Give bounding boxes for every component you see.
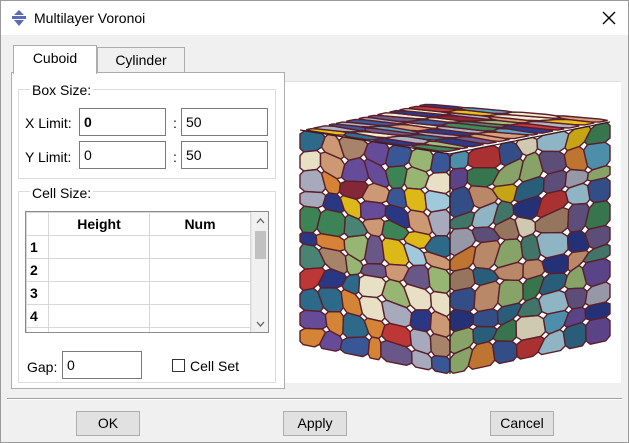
x-limit-separator: : [173, 115, 177, 131]
y-limit-min-input[interactable] [79, 141, 166, 169]
cuboid-panel: Box Size: X Limit: : Y Limit: : Cell Siz… [11, 72, 285, 389]
voronoi-cell [536, 130, 570, 153]
voronoi-cell [299, 309, 328, 330]
cell-size-table: Height Num 1 2 3 4 [25, 211, 269, 333]
voronoi-preview [284, 81, 621, 383]
voronoi-cell [584, 200, 611, 231]
box-size-label: Box Size: [30, 82, 94, 98]
chevron-up-icon [256, 217, 265, 223]
voronoi-cell [299, 190, 327, 209]
height-cell[interactable] [48, 304, 150, 328]
close-button[interactable] [594, 3, 624, 33]
voronoi-cell [367, 336, 382, 361]
voronoi-cell [585, 316, 611, 345]
voronoi-cell [384, 144, 413, 168]
voronoi-cell [407, 209, 434, 236]
table-corner [26, 212, 49, 236]
gap-label: Gap: [27, 359, 58, 375]
x-limit-min-input[interactable] [79, 108, 166, 136]
voronoi-cell [316, 208, 346, 238]
table-row: 2 [26, 258, 251, 282]
cell-set-label: Cell Set [190, 358, 240, 374]
voronoi-cell [403, 187, 428, 213]
voronoi-cell [449, 286, 476, 313]
tab-cuboid[interactable]: Cuboid [13, 45, 97, 74]
row-header: 1 [26, 235, 49, 259]
row-header: 4 [26, 304, 49, 328]
num-cell[interactable] [149, 281, 251, 305]
voronoi-cell [586, 176, 611, 204]
column-header-height[interactable]: Height [48, 212, 150, 236]
cell-set-checkbox[interactable] [172, 359, 185, 372]
scroll-up-button[interactable] [252, 212, 268, 229]
table-scrollbar[interactable] [251, 212, 268, 332]
y-limit-max-input[interactable] [181, 141, 268, 169]
column-header-num[interactable]: Num [149, 212, 251, 236]
num-cell[interactable] [149, 304, 251, 328]
y-limit-separator: : [173, 149, 177, 165]
scroll-down-button[interactable] [252, 315, 268, 332]
voronoi-cube-image [299, 103, 611, 375]
voronoi-cell [467, 144, 502, 169]
close-icon [602, 11, 616, 25]
voronoi-cell [358, 295, 386, 323]
row-header: 2 [26, 258, 49, 282]
voronoi-cell [299, 149, 322, 172]
voronoi-cell [359, 200, 387, 221]
height-cell[interactable] [48, 258, 150, 282]
voronoi-cell [472, 325, 499, 346]
table-row: 3 [26, 281, 251, 305]
footer-separator [7, 398, 622, 400]
window-title: Multilayer Voronoi [34, 10, 146, 26]
voronoi-cell [429, 151, 451, 174]
voronoi-cell [430, 354, 451, 375]
num-cell[interactable] [149, 258, 251, 282]
cell-size-label: Cell Size: [30, 185, 94, 201]
row-header: 5 [26, 327, 49, 332]
table-row: 4 [26, 304, 251, 328]
voronoi-cell [384, 165, 408, 190]
voronoi-cell [472, 308, 499, 328]
ok-button[interactable]: OK [76, 411, 140, 436]
voronoi-cell [427, 265, 451, 295]
voronoi-cell [467, 340, 496, 371]
voronoi-cell [491, 340, 518, 365]
chevron-down-icon [256, 321, 265, 327]
table-row: 1 [26, 235, 251, 259]
title-bar: Multilayer Voronoi [1, 1, 628, 35]
y-limit-label: Y Limit: [25, 149, 72, 165]
num-cell[interactable] [149, 235, 251, 259]
cancel-button[interactable]: Cancel [490, 411, 554, 436]
height-cell[interactable] [48, 281, 150, 305]
voronoi-cell [564, 287, 588, 310]
tab-cylinder[interactable]: Cylinder [97, 47, 185, 74]
x-limit-max-input[interactable] [181, 108, 268, 136]
num-cell[interactable] [149, 327, 251, 332]
height-cell[interactable] [48, 235, 150, 259]
height-cell[interactable] [48, 327, 150, 332]
voronoi-dialog: Multilayer Voronoi Cuboid Cylinder Box S… [0, 0, 629, 443]
x-limit-label: X Limit: [25, 115, 72, 131]
gap-input[interactable] [62, 351, 142, 379]
voronoi-cell [473, 280, 501, 313]
voronoi-cell [363, 234, 385, 265]
table-row: 5 [26, 327, 251, 332]
voronoi-cell [339, 336, 371, 358]
app-icon [12, 10, 26, 26]
voronoi-cell [429, 332, 451, 358]
apply-button[interactable]: Apply [283, 411, 347, 436]
row-header: 3 [26, 281, 49, 305]
scroll-thumb[interactable] [255, 231, 266, 259]
voronoi-cell [567, 202, 591, 233]
